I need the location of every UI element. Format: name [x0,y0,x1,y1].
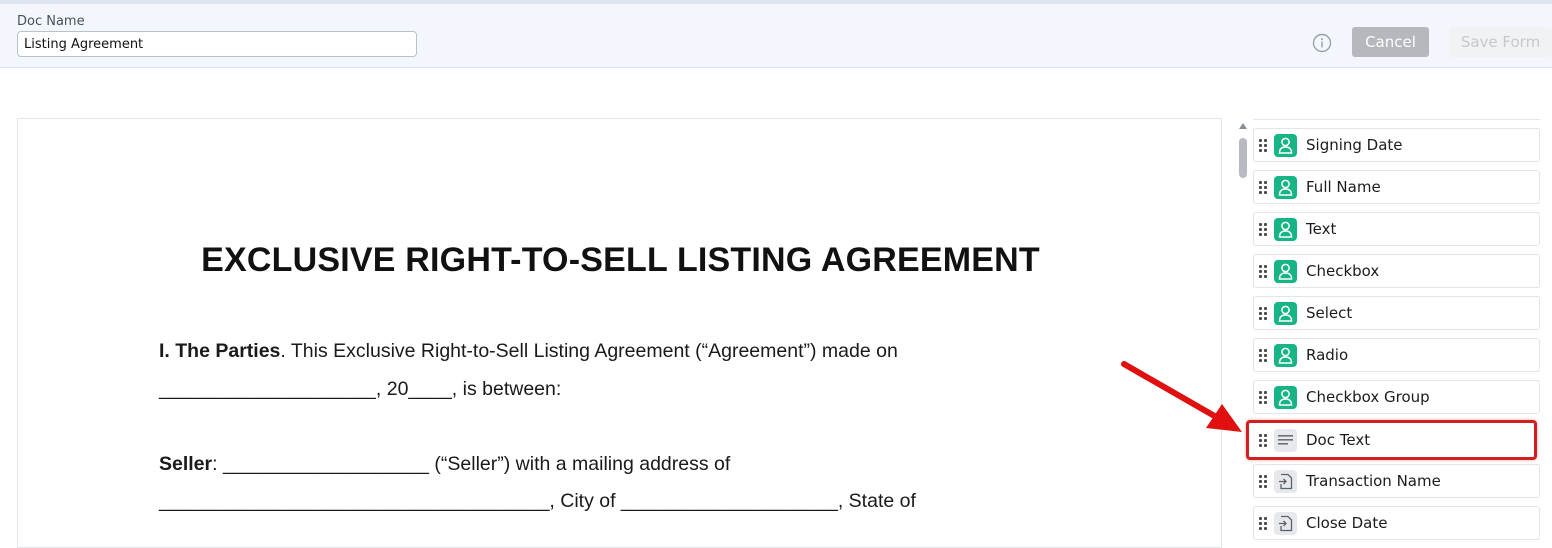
drag-handle-icon[interactable] [1259,474,1267,488]
user-icon [1274,343,1297,367]
parties-text: . This Exclusive Right-to-Sell Listing A… [280,340,898,362]
parties-heading: I. The Parties [159,340,281,362]
field-item-close-date[interactable]: Close Date [1253,506,1540,540]
text-lines-icon [1274,428,1297,452]
field-label: Signing Date [1306,136,1403,154]
parties-paragraph: I. The Parties. This Exclusive Right-to-… [159,340,898,363]
field-label: Text [1306,220,1337,238]
date-line: ____________________, 20____, is between… [159,378,562,400]
document-preview: EXCLUSIVE RIGHT-TO-SELL LISTING AGREEMEN… [17,118,1222,548]
cancel-button[interactable]: Cancel [1352,27,1429,57]
scroll-up-arrow-icon[interactable] [1239,123,1247,129]
file-import-icon [1274,469,1297,493]
field-item-select[interactable]: Select [1253,296,1540,330]
field-item-checkbox[interactable]: Checkbox [1253,254,1540,288]
address-line: ____________________________________, Ci… [159,490,916,512]
field-item-doc-text[interactable]: Doc Text [1246,420,1537,460]
drag-handle-icon[interactable] [1259,222,1267,236]
document-title: EXCLUSIVE RIGHT-TO-SELL LISTING AGREEMEN… [201,241,1040,279]
user-icon [1274,301,1297,325]
field-item-transaction-name[interactable]: Transaction Name [1253,464,1540,498]
user-icon [1274,259,1297,283]
user-icon [1274,175,1297,199]
save-form-button[interactable]: Save Form [1449,27,1552,57]
info-icon[interactable] [1312,33,1332,53]
drag-handle-icon[interactable] [1259,180,1267,194]
drag-handle-icon[interactable] [1259,516,1267,530]
drag-handle-icon[interactable] [1259,390,1267,404]
red-pointer-arrow-icon [1121,361,1242,432]
field-item-radio[interactable]: Radio [1253,338,1540,372]
user-icon [1274,385,1297,409]
top-toolbar: Doc Name Cancel Save Form [0,0,1552,68]
field-list-top-edge [1253,116,1540,120]
seller-paragraph: Seller: ___________________ (“Seller”) w… [159,453,730,476]
doc-name-label: Doc Name [17,14,85,29]
field-label: Checkbox [1306,262,1380,280]
drag-handle-icon[interactable] [1259,306,1267,320]
drag-handle-icon[interactable] [1259,138,1267,152]
field-label: Checkbox Group [1306,388,1430,406]
scrollbar-thumb[interactable] [1239,138,1247,178]
field-label: Select [1306,304,1353,322]
user-icon [1274,217,1297,241]
field-item-signing-date[interactable]: Signing Date [1253,128,1540,162]
field-label: Close Date [1306,514,1388,532]
field-item-checkbox-group[interactable]: Checkbox Group [1253,380,1540,414]
drag-handle-icon[interactable] [1259,264,1267,278]
user-icon [1274,133,1297,157]
field-label: Radio [1306,346,1349,364]
field-label: Transaction Name [1306,472,1441,490]
seller-label: Seller [159,453,213,475]
field-label: Full Name [1306,178,1381,196]
field-label: Doc Text [1306,431,1371,449]
field-item-full-name[interactable]: Full Name [1253,170,1540,204]
drag-handle-icon[interactable] [1259,348,1267,362]
file-import-icon [1274,511,1297,535]
seller-text: : ___________________ (“Seller”) with a … [212,453,731,475]
drag-handle-icon[interactable] [1259,433,1267,447]
doc-name-input[interactable] [17,31,417,57]
field-item-text[interactable]: Text [1253,212,1540,246]
